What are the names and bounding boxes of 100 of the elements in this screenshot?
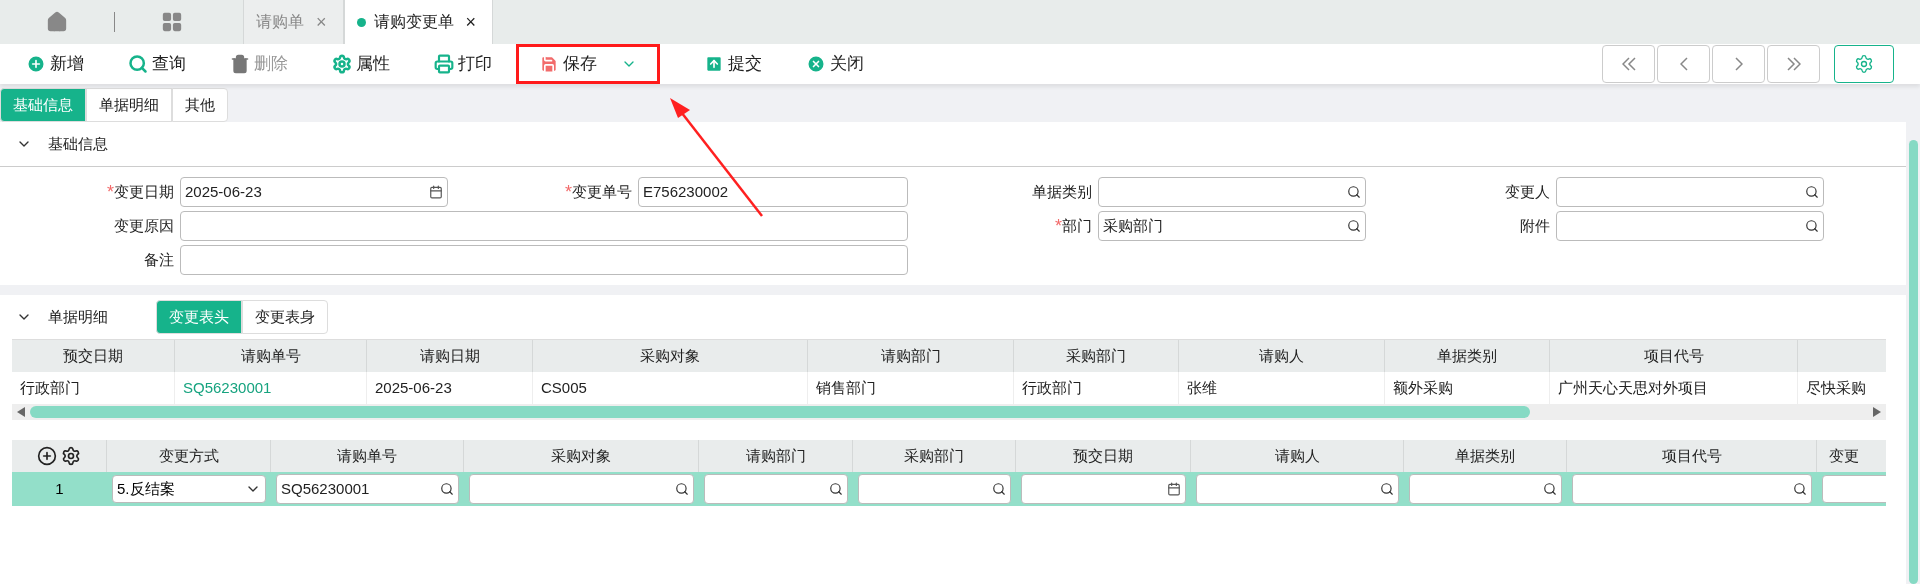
scroll-right-icon[interactable] <box>1872 407 1882 417</box>
input-field[interactable] <box>180 211 908 241</box>
search-icon <box>1805 185 1819 199</box>
column-header: 采购对象 <box>551 445 611 466</box>
calendar-icon <box>429 185 443 199</box>
search-icon <box>1380 482 1394 496</box>
column-header: 项目代号 <box>1661 445 1722 466</box>
column-header: 变更方式 <box>158 445 219 466</box>
input-field[interactable] <box>469 474 694 504</box>
tab-label: 请购变更单 <box>373 12 454 32</box>
field-label: 备注 <box>144 249 174 270</box>
section-title: 基础信息 <box>48 133 108 154</box>
input-field[interactable] <box>1572 474 1812 504</box>
table-cell-text: 尽快采购 <box>1806 377 1866 398</box>
toolbar-button[interactable]: 属性 <box>332 44 390 84</box>
grid-icon[interactable] <box>161 11 183 33</box>
chevron-icon <box>1679 57 1688 71</box>
search-icon <box>128 54 148 74</box>
input-field[interactable] <box>1556 177 1824 207</box>
section-title: 单据明细 <box>48 306 108 327</box>
double-chevron-icon <box>1621 57 1636 71</box>
table-cell-text: CS005 <box>541 377 587 398</box>
input-field[interactable] <box>1196 474 1399 504</box>
search-icon <box>675 482 689 496</box>
toolbar-button[interactable]: 保存 <box>516 44 660 84</box>
document-tab[interactable]: 请购变更单 × <box>343 0 494 44</box>
close-tab-button[interactable]: × <box>461 8 481 36</box>
field-label: 变更单号 <box>572 181 632 202</box>
column-header: 请购部门 <box>880 345 941 366</box>
search-icon <box>440 482 454 496</box>
chevron-icon <box>1734 57 1743 71</box>
vertical-scrollbar[interactable] <box>1909 140 1918 584</box>
table-cell-text: 广州天心天思对外项目 <box>1558 377 1708 398</box>
column-header: 变更 <box>1829 445 1859 466</box>
table-cell-text: 额外采购 <box>1393 377 1453 398</box>
gear-icon[interactable] <box>61 446 81 466</box>
nav-button[interactable] <box>1602 45 1655 83</box>
gear-icon <box>332 54 352 74</box>
column-header: 请购部门 <box>745 445 806 466</box>
input-field[interactable] <box>704 474 848 504</box>
settings-button[interactable] <box>1834 45 1894 83</box>
settings-icon <box>1854 54 1874 74</box>
search-icon <box>1347 185 1361 199</box>
tab[interactable]: 单据明细 <box>86 88 172 122</box>
toolbar-button[interactable]: 新增 <box>26 44 84 84</box>
scroll-left-icon[interactable] <box>16 407 26 417</box>
calendar-icon <box>1167 482 1181 496</box>
upload-icon <box>704 54 724 74</box>
toolbar-button[interactable]: 打印 <box>434 44 492 84</box>
toolbar-button[interactable]: 提交 <box>704 44 762 84</box>
required-mark: * <box>565 180 572 204</box>
input-field[interactable] <box>1098 177 1366 207</box>
required-mark: * <box>1055 214 1062 238</box>
column-header: 请购单号 <box>337 445 397 466</box>
row-number: 1 <box>55 478 64 499</box>
search-icon <box>1347 219 1361 233</box>
input-field[interactable] <box>1409 474 1562 504</box>
table-cell-text: 销售部门 <box>816 377 876 398</box>
tab-label: 请购单 <box>256 12 304 32</box>
column-header: 请购人 <box>1274 445 1320 466</box>
horizontal-scrollbar[interactable] <box>12 404 1886 420</box>
input-field[interactable] <box>858 474 1011 504</box>
column-header: 项目代号 <box>1643 345 1704 366</box>
printer-icon <box>434 54 454 74</box>
input-field[interactable] <box>1822 475 1886 503</box>
input-field[interactable]: E756230002 <box>638 177 908 207</box>
home-icon[interactable] <box>46 11 68 33</box>
input-field[interactable]: SQ56230001 <box>276 474 459 504</box>
search-icon <box>1793 482 1807 496</box>
table-cell-text: 张维 <box>1187 377 1217 398</box>
required-mark: * <box>107 180 114 204</box>
toolbar-button[interactable]: 查询 <box>128 44 186 84</box>
add-icon <box>26 54 46 74</box>
dropdown-field[interactable]: 5.反结案 <box>112 475 266 503</box>
nav-button[interactable] <box>1657 45 1710 83</box>
column-header: 预交日期 <box>63 345 123 366</box>
search-icon <box>992 482 1006 496</box>
toolbar-button[interactable]: 关闭 <box>806 44 864 84</box>
field-label: 附件 <box>1520 215 1550 236</box>
nav-button[interactable] <box>1712 45 1765 83</box>
search-icon <box>1805 219 1819 233</box>
add-row-icon[interactable] <box>37 446 57 466</box>
column-header: 单据类别 <box>1437 345 1497 366</box>
input-field[interactable] <box>1021 474 1186 504</box>
column-header: 请购人 <box>1259 345 1304 366</box>
column-header: 采购对象 <box>640 345 700 366</box>
table-cell-text: 行政部门 <box>20 377 80 398</box>
input-field[interactable] <box>180 245 908 275</box>
input-field[interactable]: 采购部门 <box>1098 211 1366 241</box>
input-field[interactable]: 2025-06-23 <box>180 177 448 207</box>
field-label: 变更人 <box>1505 181 1550 202</box>
search-icon <box>829 482 843 496</box>
table-cell-text: 2025-06-23 <box>375 377 452 398</box>
input-field[interactable] <box>1556 211 1824 241</box>
table-cell-text: 行政部门 <box>1022 377 1082 398</box>
nav-button[interactable] <box>1767 45 1820 83</box>
table-row[interactable]: 1 5.反结案 SQ56230001 <box>12 472 1886 506</box>
tab[interactable]: 变更表身 <box>242 300 328 334</box>
field-label: 单据类别 <box>1032 181 1092 202</box>
tab[interactable]: 其他 <box>172 88 228 122</box>
